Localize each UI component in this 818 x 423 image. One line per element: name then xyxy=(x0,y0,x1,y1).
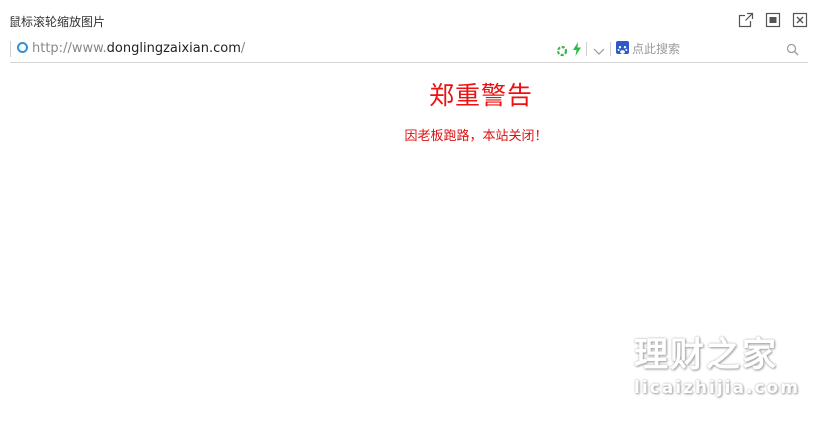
refresh-icon[interactable] xyxy=(556,42,568,61)
browser-window: 鼠标滚轮缩放图片 http://www.donglingzaixian.com/… xyxy=(0,0,818,423)
globe-icon xyxy=(17,42,28,53)
title-bar: 鼠标滚轮缩放图片 xyxy=(0,0,818,36)
paw-icon[interactable] xyxy=(616,41,629,54)
address-bar: http://www.donglingzaixian.com/ 点此搜索 xyxy=(10,38,808,63)
url-prefix: http://www. xyxy=(32,41,107,56)
popout-button[interactable] xyxy=(738,12,754,28)
warning-message: 因老板跑路，本站关闭！ xyxy=(404,129,548,144)
address-bar-edge xyxy=(10,41,11,57)
maximize-button[interactable] xyxy=(765,12,781,28)
watermark-en: licaizhijia.com xyxy=(634,378,800,398)
page-title: 郑重警告 xyxy=(428,81,533,110)
search-icon[interactable] xyxy=(786,41,799,60)
watermark: 理财之家 licaizhijia.com xyxy=(630,335,802,405)
window-title: 鼠标滚轮缩放图片 xyxy=(9,15,106,29)
close-button[interactable] xyxy=(792,12,808,28)
url-suffix: / xyxy=(240,41,246,56)
chevron-down-icon[interactable] xyxy=(592,43,606,62)
separator xyxy=(586,42,587,56)
search-input[interactable]: 点此搜索 xyxy=(632,40,680,58)
bolt-icon[interactable] xyxy=(572,41,582,60)
url-domain: donglingzaixian.com xyxy=(106,41,241,56)
url-field[interactable]: http://www.donglingzaixian.com/ xyxy=(32,40,245,58)
separator xyxy=(610,42,611,56)
watermark-cn: 理财之家 xyxy=(634,335,778,375)
maximize-icon xyxy=(765,12,781,28)
close-icon xyxy=(792,12,808,28)
popout-icon xyxy=(738,12,754,28)
